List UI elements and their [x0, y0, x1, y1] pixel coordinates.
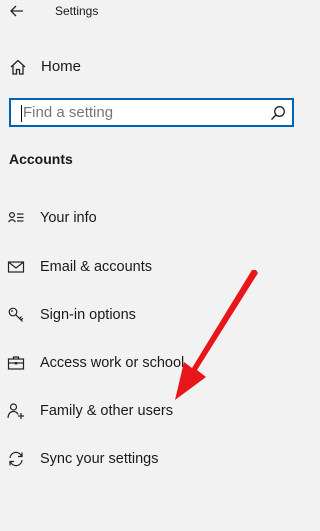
title-bar: Settings: [0, 0, 306, 24]
nav-item-label: Family & other users: [40, 403, 173, 419]
add-person-icon: [7, 403, 24, 419]
nav-item-family-other-users[interactable]: Family & other users: [0, 394, 306, 428]
window-title: Settings: [55, 4, 99, 18]
nav-item-label: Email & accounts: [40, 259, 153, 275]
home-icon: [10, 59, 26, 75]
sync-icon: [9, 451, 23, 467]
back-button[interactable]: [6, 0, 28, 22]
home-link[interactable]: Home: [0, 50, 306, 84]
text-caret: [21, 105, 22, 122]
nav-item-label: Sign-in options: [40, 307, 136, 323]
search-input[interactable]: [23, 102, 263, 123]
key-icon: [8, 307, 24, 322]
mail-icon: [7, 261, 25, 273]
section-title: Accounts: [9, 151, 73, 167]
nav-item-sync-settings[interactable]: Sync your settings: [0, 442, 306, 476]
nav-item-label: Your info: [40, 210, 97, 226]
nav-item-access-work-school[interactable]: Access work or school: [0, 346, 306, 380]
search-icon[interactable]: [270, 105, 286, 121]
search-box[interactable]: [9, 98, 294, 127]
nav-item-label: Access work or school: [40, 355, 185, 371]
person-card-icon: [8, 211, 24, 223]
nav-item-sign-in-options[interactable]: Sign-in options: [0, 298, 306, 332]
home-label: Home: [41, 58, 82, 75]
nav-item-email-accounts[interactable]: Email & accounts: [0, 250, 306, 284]
nav-item-your-info[interactable]: Your info: [0, 201, 306, 235]
briefcase-icon: [7, 356, 25, 370]
nav-item-label: Sync your settings: [40, 451, 159, 467]
back-arrow-icon: [10, 5, 23, 17]
